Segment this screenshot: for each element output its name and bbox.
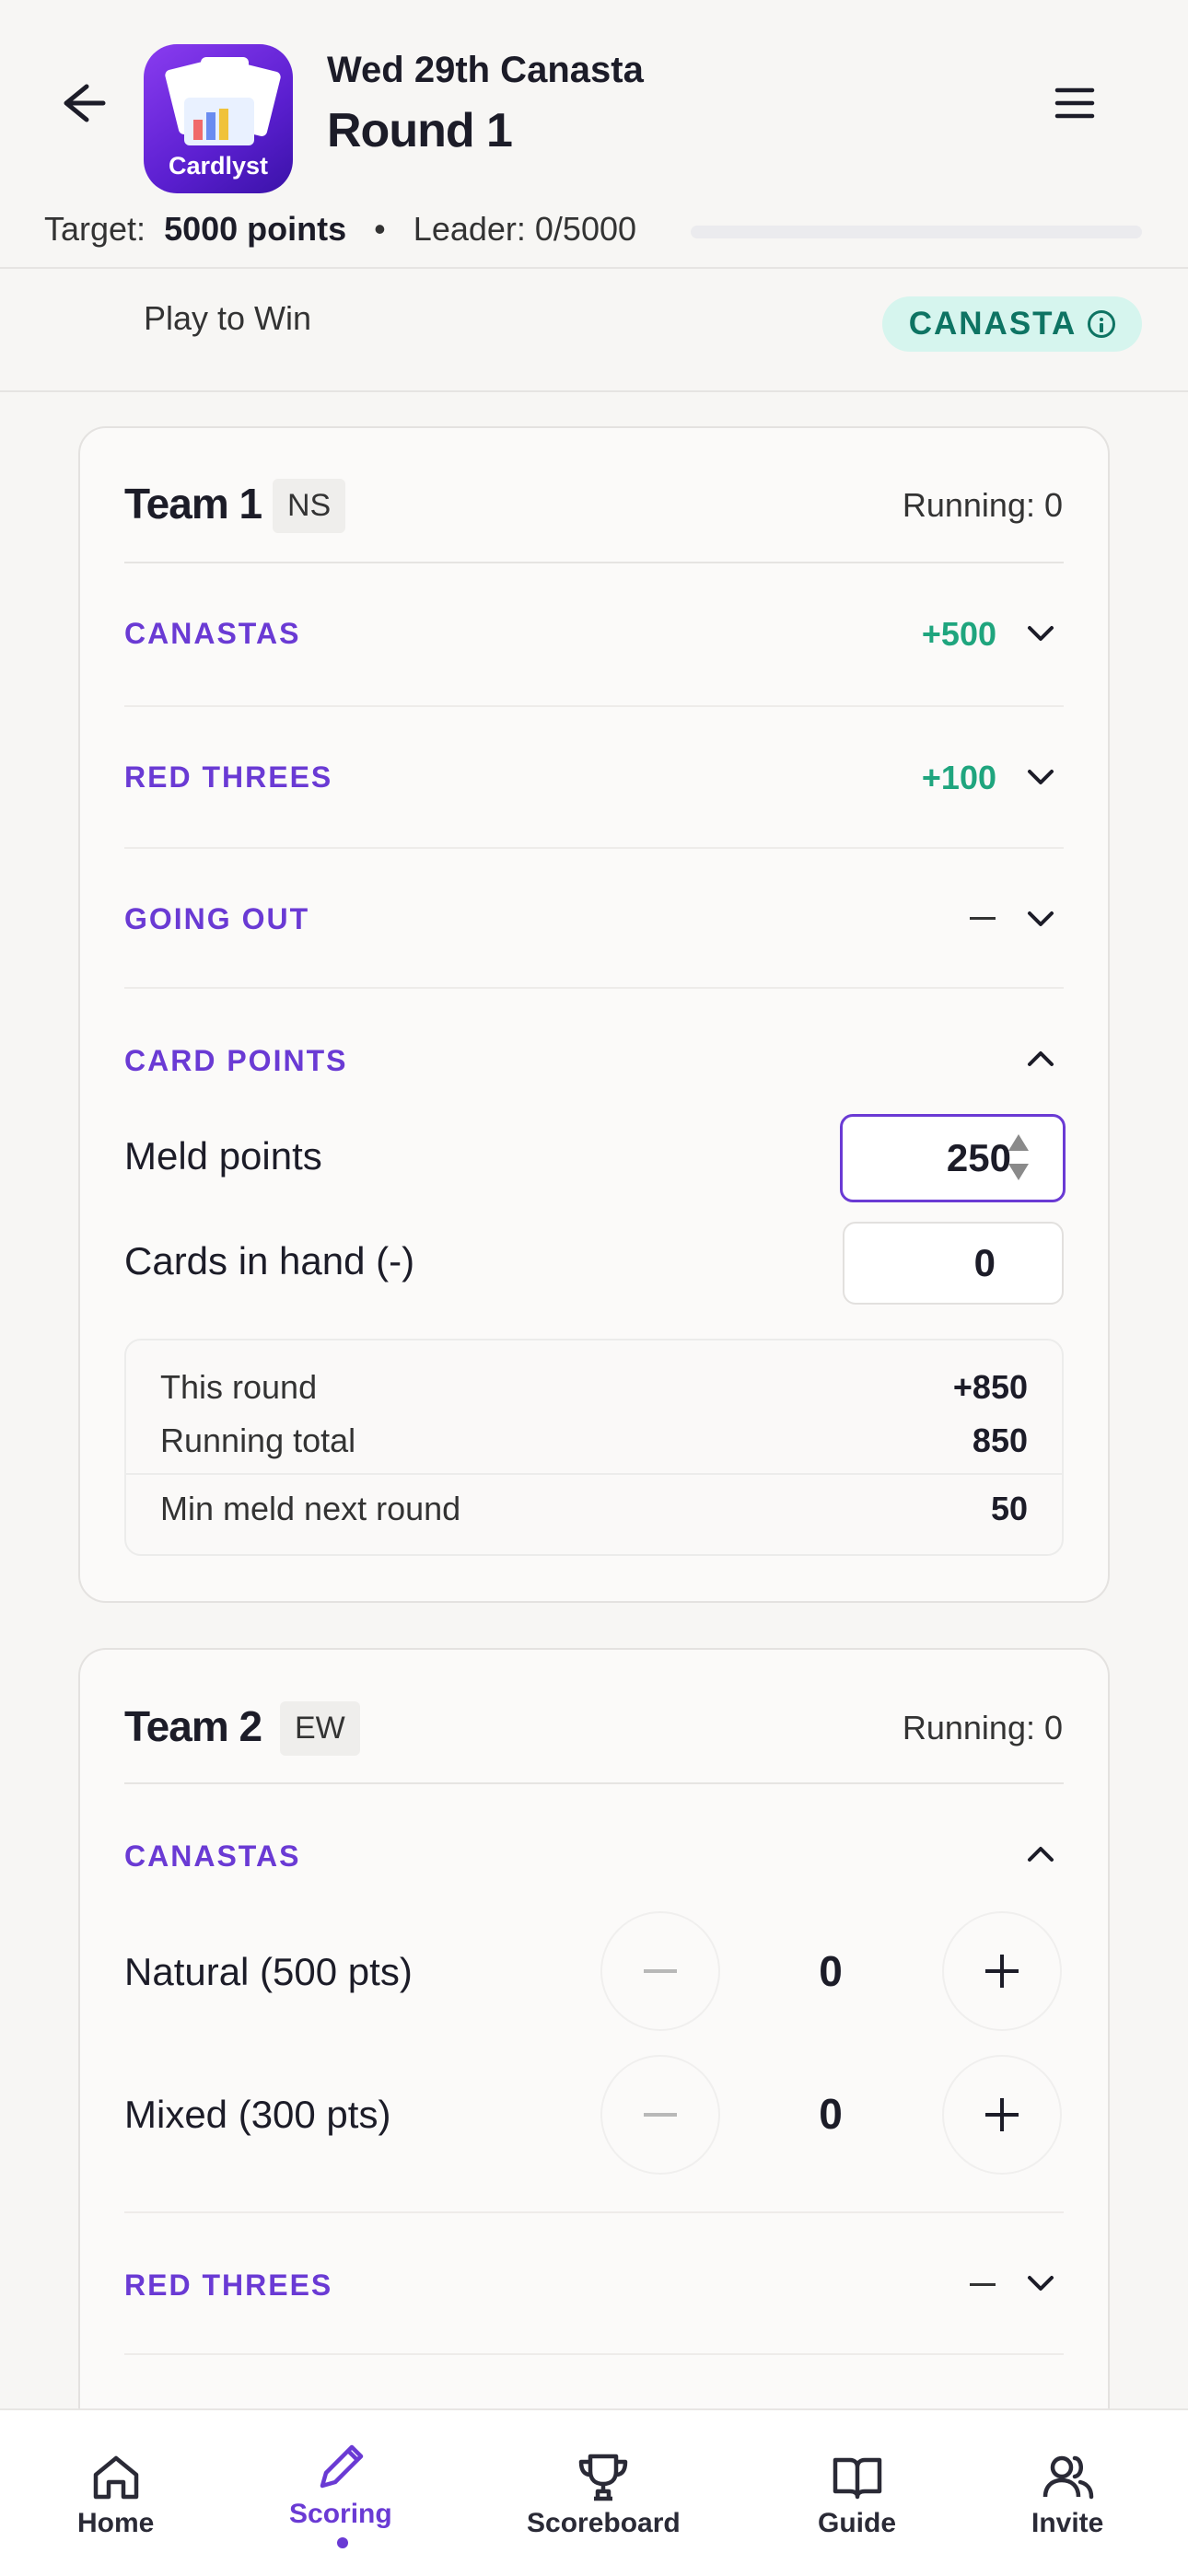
chevron-up-icon[interactable]: [1024, 1838, 1057, 1871]
home-icon: [93, 2455, 138, 2500]
tab-guide-label: Guide: [818, 2508, 897, 2538]
chevron-down-icon[interactable]: [1024, 902, 1057, 935]
divider: [124, 562, 1064, 563]
cards-in-hand-value: 0: [973, 1241, 996, 1284]
mixed-canastas-label: Mixed (300 pts): [124, 2093, 391, 2136]
arrow-left-icon[interactable]: [53, 74, 112, 133]
info-icon: [1088, 310, 1116, 338]
target-value: 5000 points: [164, 210, 347, 248]
tab-scoreboard-label: Scoreboard: [527, 2508, 681, 2538]
mixed-decrement-button[interactable]: [600, 2055, 720, 2175]
section-canastas[interactable]: CANASTAS: [124, 617, 300, 651]
divider: [124, 2353, 1064, 2355]
app-logo-text: Cardlyst: [168, 152, 269, 180]
trophy-icon: [579, 2454, 628, 2501]
divider: [124, 987, 1064, 989]
active-tab-indicator: [337, 2537, 348, 2548]
mode-label: Play to Win: [144, 299, 312, 337]
divider: [124, 847, 1064, 849]
chevron-down-icon[interactable]: [1024, 2267, 1057, 2300]
chevron-down-icon[interactable]: [1024, 617, 1057, 650]
tab-scoring-label: Scoring: [289, 2499, 392, 2529]
badge-label: CANASTA: [908, 306, 1077, 342]
min-meld-value: 50: [990, 1490, 1028, 1527]
empty-value-dash: [970, 2283, 996, 2286]
red-threes-value: +100: [921, 759, 996, 796]
divider: [124, 1782, 1064, 1784]
header: Cardlyst Wed 29th Canasta Round 1 Target…: [0, 0, 1188, 267]
cards-in-hand-input[interactable]: 0: [843, 1222, 1064, 1305]
page-title: Round 1: [327, 104, 513, 157]
tab-guide[interactable]: Guide: [818, 2447, 896, 2539]
bottom-tab-bar: Home Scoring Scoreboard Guide Invite: [0, 2408, 1188, 2576]
divider: [126, 1473, 1062, 1475]
team2-tag: EW: [280, 1701, 360, 1756]
section-red-threes[interactable]: RED THREES: [124, 2269, 332, 2303]
plus-icon: [985, 2098, 1019, 2131]
section-red-threes[interactable]: RED THREES: [124, 760, 332, 795]
running-total-value: 850: [972, 1421, 1028, 1459]
team1-tag: NS: [273, 479, 346, 533]
section-canastas[interactable]: CANASTAS: [124, 1839, 300, 1874]
empty-value-dash: [970, 917, 996, 920]
tab-scoring[interactable]: Scoring: [289, 2438, 392, 2530]
canastas-value: +500: [921, 615, 996, 653]
section-card-points[interactable]: CARD POINTS: [124, 1044, 347, 1078]
tab-home[interactable]: Home: [77, 2447, 154, 2539]
chevron-down-icon[interactable]: [1024, 760, 1057, 794]
min-meld-label: Min meld next round: [160, 1490, 461, 1527]
team1-running: Running: 0: [902, 486, 1063, 524]
app-logo: Cardlyst: [144, 44, 293, 193]
team2-card: [78, 1648, 1110, 2477]
plus-icon: [985, 1955, 1019, 1988]
tab-home-label: Home: [77, 2508, 155, 2538]
mixed-canastas-value: 0: [819, 2090, 843, 2138]
book-icon: [833, 2457, 881, 2500]
team2-name: Team 2: [124, 1702, 262, 1750]
natural-decrement-button[interactable]: [600, 1911, 720, 2031]
section-going-out[interactable]: GOING OUT: [124, 902, 309, 936]
mixed-increment-button[interactable]: [942, 2055, 1062, 2175]
game-subtitle: Wed 29th Canasta: [327, 50, 644, 90]
minus-icon: [644, 1969, 677, 1973]
leader-progress-bar: [691, 226, 1142, 238]
tab-invite[interactable]: Invite: [1031, 2447, 1103, 2539]
natural-canastas-label: Natural (500 pts): [124, 1950, 413, 1993]
meld-points-input[interactable]: 250: [840, 1114, 1066, 1202]
target-row: Target: 5000 points • Leader: 0/5000: [44, 210, 636, 249]
spinner-arrows-icon[interactable]: [1006, 1131, 1031, 1184]
this-round-label: This round: [160, 1368, 318, 1406]
divider: [124, 2211, 1064, 2213]
this-round-value: +850: [952, 1368, 1028, 1406]
leader-text: Leader: 0/5000: [413, 210, 637, 248]
separator-dot: •: [374, 210, 386, 248]
game-type-badge[interactable]: CANASTA: [882, 296, 1142, 352]
minus-icon: [644, 2113, 677, 2117]
running-total-label: Running total: [160, 1421, 356, 1459]
team1-name: Team 1: [124, 480, 262, 528]
meld-points-value: 250: [946, 1136, 1011, 1179]
hamburger-menu-icon[interactable]: [1050, 83, 1100, 123]
team2-running: Running: 0: [902, 1709, 1063, 1746]
users-icon: [1042, 2455, 1094, 2500]
natural-increment-button[interactable]: [942, 1911, 1062, 2031]
tab-scoreboard[interactable]: Scoreboard: [527, 2447, 681, 2539]
natural-canastas-value: 0: [819, 1947, 843, 1995]
divider: [0, 390, 1188, 392]
divider: [124, 705, 1064, 707]
chevron-up-icon[interactable]: [1024, 1042, 1057, 1075]
cards-in-hand-label: Cards in hand (-): [124, 1239, 415, 1282]
meld-points-label: Meld points: [124, 1134, 322, 1178]
pencil-icon: [320, 2444, 364, 2489]
divider: [0, 267, 1188, 269]
target-label: Target:: [44, 210, 146, 248]
tab-invite-label: Invite: [1031, 2508, 1104, 2538]
